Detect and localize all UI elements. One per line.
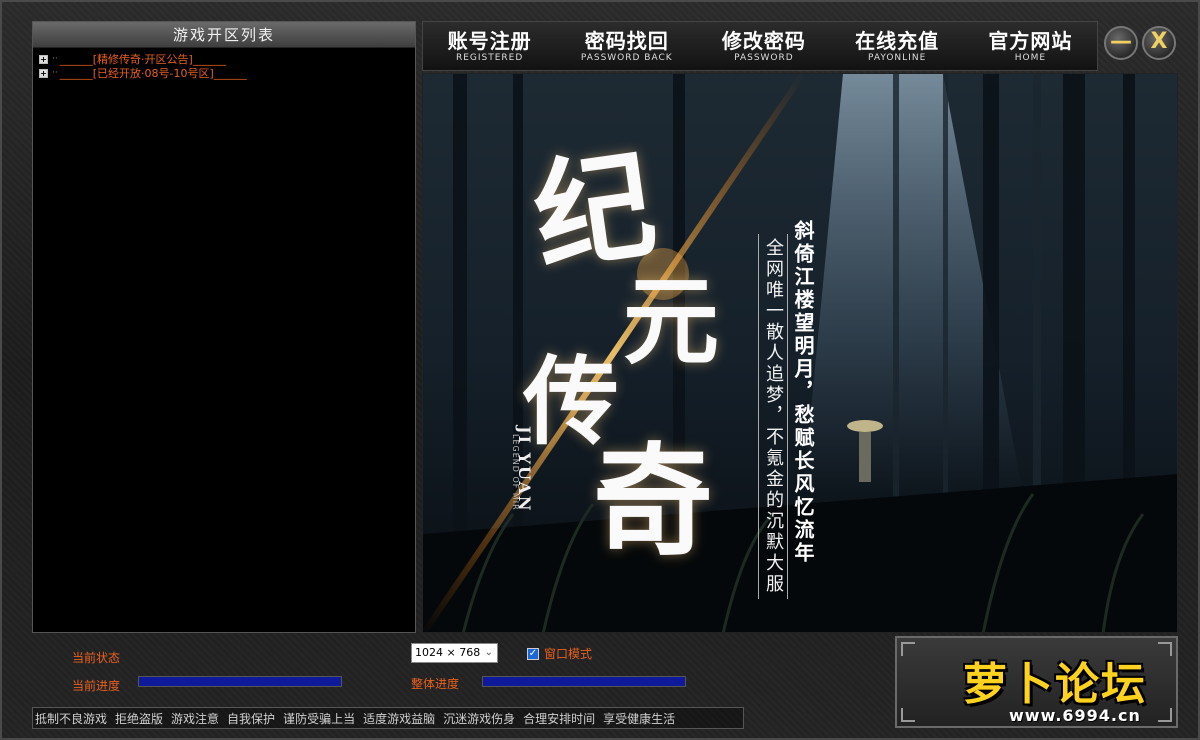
tree-connector: ·· [52,54,58,64]
server-tree-item[interactable]: + ·· ______[精修传奇·开区公告]______ [39,52,409,66]
nav-label-en: REGISTERED [455,52,524,63]
corner-ornament [1158,642,1172,656]
forum-logo-text: 萝卜论坛 [963,659,1147,710]
server-list-panel: 游戏开区列表 + ·· ______[精修传奇·开区公告]______ + ··… [32,21,416,633]
expand-icon[interactable]: + [39,68,48,78]
window-mode-label[interactable]: 窗口模式 [544,645,592,662]
online-recharge-button[interactable]: 在线充值 PAYONLINE [855,29,939,64]
launcher-window: 游戏开区列表 + ·· ______[精修传奇·开区公告]______ + ··… [0,0,1200,740]
notice-item: 适度游戏益脑 [363,711,436,726]
notice-item: 自我保护 [227,711,276,726]
window-mode-checkbox[interactable]: ✓ [527,648,539,660]
banner-title-char: 元 [623,265,719,378]
forum-logo-url: www.6994.cn [1009,706,1141,725]
banner-slogan-left: 全网唯一散人追梦，不氪金的沉默大服 [758,234,788,599]
nav-label-cn: 账号注册 [447,28,532,53]
total-progress-label: 整体进度 [411,677,460,691]
nav-label-cn: 官方网站 [988,28,1073,53]
notice-item: 拒绝盗版 [115,711,164,726]
health-notice-bar: 抵制不良游戏 拒绝盗版 游戏注意 自我保护 谨防受骗上当 适度游戏益脑 沉迷游戏… [32,707,744,729]
top-nav: 账号注册 REGISTERED 密码找回 PASSWORD BACK 修改密码 … [422,21,1098,71]
nav-label-en: PAYONLINE [868,52,927,63]
corner-ornament [901,708,915,722]
server-tree: + ·· ______[精修传奇·开区公告]______ + ·· ______… [33,48,415,84]
change-password-button[interactable]: 修改密码 PASSWORD [722,29,806,64]
notice-item: 游戏注意 [171,711,220,726]
nav-label-cn: 密码找回 [584,28,669,53]
expand-icon[interactable]: + [39,54,48,64]
nav-label-en: PASSWORD [734,52,794,63]
password-recovery-button[interactable]: 密码找回 PASSWORD BACK [581,29,673,64]
notice-item: 合理安排时间 [523,711,596,726]
promo-banner[interactable]: 纪 元 传 奇 JI YUAN LEGEND OF MIR 全网唯一散人追梦，不… [422,73,1178,633]
start-game-button[interactable]: 萝卜论坛 www.6994.cn [895,636,1178,728]
notice-item: 沉迷游戏伤身 [443,711,516,726]
register-button[interactable]: 账号注册 REGISTERED [448,29,532,64]
resolution-value: 1024 × 768 [415,646,481,659]
nav-label-en: PASSWORD BACK [580,52,673,63]
total-progress-bar [482,676,686,687]
current-progress-fill [139,677,341,686]
notice-item: 谨防受骗上当 [283,711,356,726]
notice-item: 抵制不良游戏 [35,711,108,726]
total-progress-fill [483,677,685,686]
banner-slogan-right: 斜倚江楼望明月，愁赋长风忆流年 [791,220,815,565]
nav-label-cn: 修改密码 [721,28,806,53]
chevron-down-icon[interactable]: ⌄ [485,644,493,662]
current-state-label: 当前状态 [72,651,121,665]
server-list-title: 游戏开区列表 [33,22,415,48]
tree-connector: ·· [52,68,58,78]
corner-ornament [901,642,915,656]
notice-item: 享受健康生活 [603,711,676,726]
close-button[interactable]: X [1142,26,1176,60]
official-site-button[interactable]: 官方网站 HOME [988,29,1072,64]
banner-title-char: 奇 [593,431,713,572]
current-progress-bar [138,676,342,687]
minimize-button[interactable]: — [1104,26,1138,60]
server-tree-item[interactable]: + ·· ______[已经开放·08号-10号区]______ [39,66,409,80]
banner-english-subtitle: LEGEND OF MIR [511,434,520,511]
resolution-select[interactable]: 1024 × 768 ⌄ [411,643,498,663]
server-item-label[interactable]: ______[已经开放·08号-10号区]______ [60,65,247,81]
current-progress-label: 当前进度 [72,679,121,693]
corner-ornament [1158,708,1172,722]
nav-label-cn: 在线充值 [855,28,940,53]
nav-label-en: HOME [1014,52,1047,63]
